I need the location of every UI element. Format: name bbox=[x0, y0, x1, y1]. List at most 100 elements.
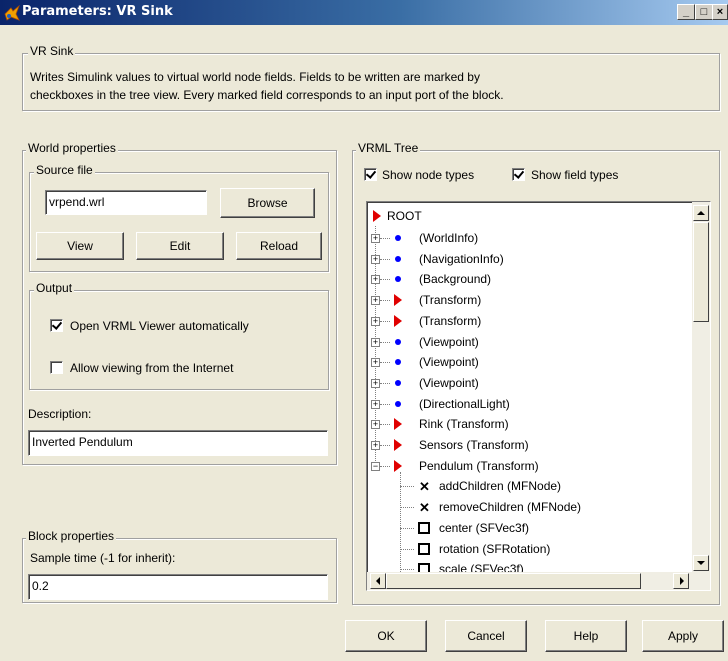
expand-icon[interactable]: + bbox=[371, 399, 380, 409]
show-field-types-checkbox[interactable] bbox=[512, 168, 525, 181]
description-input[interactable]: Inverted Pendulum bbox=[28, 430, 328, 456]
dialog-window: Parameters: VR Sink _ □ × VR Sink Writes… bbox=[0, 0, 728, 661]
tree-branch-line bbox=[380, 424, 390, 426]
tree-branch-line bbox=[380, 465, 390, 467]
cancel-button-label: Cancel bbox=[467, 629, 505, 643]
minimize-icon: _ bbox=[682, 6, 690, 18]
minimize-button[interactable]: _ bbox=[677, 4, 695, 20]
expand-icon[interactable]: + bbox=[371, 337, 380, 347]
ok-button[interactable]: OK bbox=[345, 620, 427, 652]
expand-icon[interactable]: + bbox=[371, 316, 380, 326]
tree-branch-line bbox=[380, 362, 390, 364]
horizontal-scroll-thumb[interactable] bbox=[386, 573, 641, 589]
tree-field-label[interactable]: addChildren (MFNode) bbox=[439, 479, 561, 499]
show-field-types-label[interactable]: Show field types bbox=[531, 168, 618, 182]
tree-node-label[interactable]: (Viewpoint) bbox=[419, 355, 479, 375]
vertical-scroll-thumb[interactable] bbox=[693, 222, 709, 322]
tree-node-label[interactable]: (Transform) bbox=[419, 314, 481, 334]
checkbox-icon[interactable] bbox=[418, 542, 430, 555]
expand-icon[interactable]: + bbox=[371, 234, 380, 243]
tree-node-label[interactable]: (WorldInfo) bbox=[419, 231, 478, 251]
tree-field-label[interactable]: removeChildren (MFNode) bbox=[439, 500, 581, 520]
tree-node-label[interactable]: (NavigationInfo) bbox=[419, 252, 504, 272]
scroll-down-button[interactable] bbox=[693, 555, 709, 571]
browse-button[interactable]: Browse bbox=[220, 188, 315, 218]
tree-branch-line bbox=[380, 300, 390, 302]
reload-button[interactable]: Reload bbox=[236, 232, 322, 260]
tree-branch-line bbox=[380, 403, 390, 405]
tree-field-label[interactable]: center (SFVec3f) bbox=[439, 521, 529, 541]
scroll-up-button[interactable] bbox=[693, 205, 709, 221]
blue-dot-icon bbox=[395, 255, 401, 262]
allow-internet-checkbox[interactable] bbox=[50, 361, 63, 374]
tree-node-label[interactable]: Pendulum (Transform) bbox=[419, 459, 539, 479]
expand-icon[interactable]: + bbox=[371, 254, 380, 264]
open-viewer-label[interactable]: Open VRML Viewer automatically bbox=[70, 319, 249, 333]
checkbox-icon[interactable] bbox=[418, 521, 430, 534]
tree-node-label[interactable]: (Viewpoint) bbox=[419, 335, 479, 355]
expand-icon[interactable]: + bbox=[371, 275, 380, 285]
tree-branch-line bbox=[380, 341, 390, 343]
scroll-down-icon bbox=[697, 561, 705, 565]
apply-button-label: Apply bbox=[667, 629, 699, 643]
browse-button-label: Browse bbox=[247, 196, 288, 210]
collapse-icon[interactable]: − bbox=[371, 461, 380, 471]
reload-button-label: Reload bbox=[259, 239, 299, 253]
title-bar[interactable]: Parameters: VR Sink _ □ × bbox=[0, 0, 728, 25]
open-viewer-checkbox[interactable] bbox=[50, 319, 63, 332]
view-button[interactable]: View bbox=[36, 232, 124, 260]
x-icon: ✕ bbox=[419, 479, 430, 495]
horizontal-scrollbar[interactable] bbox=[367, 572, 710, 590]
tree-root-label[interactable]: ROOT bbox=[387, 209, 422, 229]
tree-field-label[interactable]: rotation (SFRotation) bbox=[439, 542, 550, 562]
tree-node-label[interactable]: (Viewpoint) bbox=[419, 376, 479, 396]
show-node-types-checkbox[interactable] bbox=[364, 168, 377, 181]
tree-node-label[interactable]: (Background) bbox=[419, 272, 491, 292]
red-triangle-icon bbox=[394, 314, 402, 327]
vrml-tree-view[interactable]: ROOT + (WorldInfo) + (NavigationInfo) + (Back… bbox=[366, 201, 711, 591]
tree-node-label[interactable]: Rink (Transform) bbox=[419, 417, 509, 437]
tree-node-label[interactable]: (DirectionalLight) bbox=[419, 397, 510, 417]
expand-icon[interactable]: + bbox=[371, 420, 380, 430]
allow-internet-label[interactable]: Allow viewing from the Internet bbox=[70, 361, 233, 375]
red-triangle-icon bbox=[394, 418, 402, 431]
help-button[interactable]: Help bbox=[545, 620, 627, 652]
output-legend: Output bbox=[34, 281, 75, 295]
tree-branch-line bbox=[400, 507, 414, 509]
expand-icon[interactable]: + bbox=[371, 296, 380, 306]
scroll-left-icon bbox=[376, 577, 380, 585]
blue-dot-icon bbox=[395, 338, 401, 345]
tree-branch-line bbox=[380, 382, 390, 384]
tree-branch-line bbox=[380, 258, 390, 260]
scroll-left-button[interactable] bbox=[370, 573, 386, 589]
tree-branch-line bbox=[400, 527, 414, 529]
scroll-right-button[interactable] bbox=[673, 573, 689, 589]
vr-sink-description-line2: checkboxes in the tree view. Every marke… bbox=[30, 88, 504, 102]
scroll-up-icon bbox=[697, 211, 705, 215]
scroll-right-icon bbox=[680, 577, 684, 585]
vertical-scrollbar[interactable] bbox=[692, 202, 710, 574]
tree-branch-line bbox=[380, 238, 390, 239]
tree-node-label[interactable]: Sensors (Transform) bbox=[419, 438, 529, 458]
maximize-button[interactable]: □ bbox=[695, 4, 713, 20]
tree-node-label[interactable]: (Transform) bbox=[419, 293, 481, 313]
vr-sink-legend: VR Sink bbox=[28, 44, 76, 58]
source-file-input[interactable]: vrpend.wrl bbox=[45, 190, 207, 215]
tree-branch-line bbox=[400, 486, 414, 488]
blue-dot-icon bbox=[395, 276, 401, 283]
red-triangle-icon bbox=[394, 439, 402, 451]
edit-button[interactable]: Edit bbox=[136, 232, 224, 260]
expand-icon[interactable]: + bbox=[371, 358, 380, 368]
apply-button[interactable]: Apply bbox=[642, 620, 724, 652]
show-node-types-label[interactable]: Show node types bbox=[382, 168, 474, 182]
blue-dot-icon bbox=[395, 235, 401, 241]
expand-icon[interactable]: + bbox=[371, 378, 380, 388]
vr-sink-description-line1: Writes Simulink values to virtual world … bbox=[30, 70, 480, 84]
expand-icon[interactable]: + bbox=[371, 441, 380, 450]
close-button[interactable]: × bbox=[712, 4, 728, 20]
help-button-label: Help bbox=[573, 629, 599, 643]
sample-time-input[interactable]: 0.2 bbox=[28, 574, 328, 600]
cancel-button[interactable]: Cancel bbox=[445, 620, 527, 652]
tree-branch-line bbox=[380, 320, 390, 322]
tree-branch-line bbox=[400, 548, 414, 550]
